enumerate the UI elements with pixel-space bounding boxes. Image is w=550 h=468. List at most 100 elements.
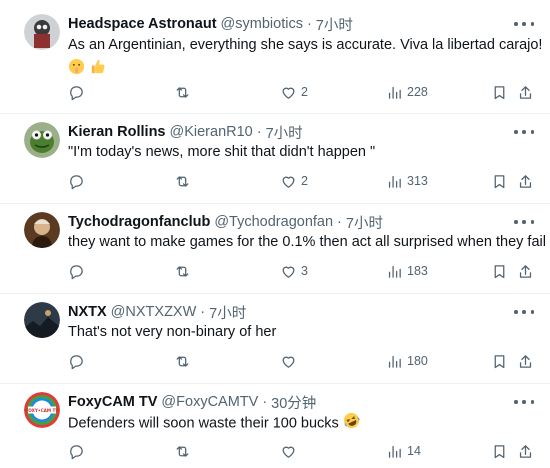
user-handle[interactable]: @symbiotics	[221, 16, 303, 32]
view-count: 228	[407, 85, 428, 99]
views-button[interactable]: 183	[386, 261, 428, 281]
views-button[interactable]: 14	[386, 441, 421, 461]
retweet-button[interactable]	[174, 441, 195, 461]
reply-icon	[70, 444, 83, 459]
like-count: 2	[301, 85, 308, 99]
heart-icon	[282, 356, 295, 368]
bookmark-button[interactable]	[491, 82, 508, 102]
separator-dot: ·	[262, 394, 268, 410]
view-count: 14	[407, 444, 421, 458]
views-chart-icon	[388, 175, 401, 188]
tweet[interactable]: Tychodragonfanclub @Tychodragonfan · 7小时…	[0, 204, 550, 294]
view-count: 313	[407, 174, 428, 188]
timestamp[interactable]: 30分钟	[271, 392, 316, 413]
avatar[interactable]	[24, 14, 60, 50]
tweet[interactable]: NXTX @NXTXZXW · 7小时 That's not very non-…	[0, 294, 550, 384]
user-handle[interactable]: @NXTXZXW	[111, 304, 197, 320]
tweet[interactable]: Kieran Rollins @KieranR10 · 7小时 "I'm tod…	[0, 114, 550, 204]
like-button[interactable]: 2	[280, 82, 308, 102]
like-button[interactable]	[280, 441, 301, 461]
heart-icon	[282, 87, 295, 99]
bookmark-button[interactable]	[491, 261, 508, 281]
separator-dot: ·	[306, 16, 312, 32]
user-handle[interactable]: @Tychodragonfan	[214, 214, 333, 230]
reply-button[interactable]	[68, 171, 89, 191]
thumbs-up-emoji	[89, 58, 106, 81]
reply-button[interactable]	[68, 261, 89, 281]
tweet-text: That's not very non-binary of her	[68, 324, 277, 340]
views-button[interactable]: 180	[386, 351, 428, 371]
avatar[interactable]: FOXY•CAM TV	[24, 392, 60, 428]
tweet-text: "I'm today's news, more shit that didn't…	[68, 144, 376, 160]
user-handle[interactable]: @FoxyCAMTV	[161, 394, 258, 410]
retweet-button[interactable]	[174, 261, 195, 281]
share-button[interactable]	[517, 351, 534, 371]
timestamp[interactable]: 7小时	[316, 14, 353, 35]
separator-dot: ·	[337, 214, 342, 230]
avatar[interactable]	[24, 302, 60, 338]
views-button[interactable]: 313	[386, 171, 428, 191]
user-handle[interactable]: @KieranR10	[170, 124, 253, 140]
reply-button[interactable]	[68, 82, 89, 102]
reply-icon	[70, 354, 83, 369]
bookmark-icon	[494, 264, 505, 278]
views-button[interactable]: 228	[386, 82, 428, 102]
display-name[interactable]: Headspace Astronaut	[68, 16, 217, 32]
tweet[interactable]: FOXY•CAM TV FoxyCAM TV @FoxyCAMTV · 30分钟…	[0, 384, 550, 468]
retweet-button[interactable]	[174, 351, 195, 371]
retweet-icon	[176, 355, 189, 367]
reply-feed: Headspace Astronaut @symbiotics · 7小时 As…	[0, 0, 550, 468]
share-button[interactable]	[517, 82, 534, 102]
share-button[interactable]	[517, 441, 534, 461]
bookmark-icon	[494, 85, 505, 99]
bookmark-icon	[494, 174, 505, 188]
more-options-icon[interactable]	[514, 124, 534, 140]
like-button[interactable]: 3	[280, 261, 308, 281]
display-name[interactable]: FoxyCAM TV	[68, 394, 157, 410]
share-button[interactable]	[517, 171, 534, 191]
separator-dot: ·	[256, 124, 262, 140]
timestamp[interactable]: 7小时	[346, 212, 383, 233]
avatar[interactable]	[24, 122, 60, 158]
separator-dot: ·	[200, 304, 206, 320]
more-options-icon[interactable]	[514, 16, 534, 32]
retweet-button[interactable]	[174, 82, 195, 102]
tweet-text: As an Argentinian, everything she says i…	[68, 37, 543, 53]
display-name[interactable]: NXTX	[68, 304, 107, 320]
share-icon	[519, 444, 532, 458]
share-icon	[519, 354, 532, 368]
like-count: 2	[301, 174, 308, 188]
reply-button[interactable]	[68, 351, 89, 371]
display-name[interactable]: Kieran Rollins	[68, 124, 166, 140]
like-button[interactable]	[280, 351, 301, 371]
reply-button[interactable]	[68, 441, 89, 461]
bookmark-icon	[494, 354, 505, 368]
tweet[interactable]: Headspace Astronaut @symbiotics · 7小时 As…	[0, 0, 550, 114]
bookmark-button[interactable]	[491, 351, 508, 371]
bookmark-button[interactable]	[491, 441, 508, 461]
heart-icon	[282, 176, 295, 188]
retweet-icon	[176, 86, 189, 98]
timestamp[interactable]: 7小时	[266, 122, 303, 143]
timestamp[interactable]: 7小时	[209, 302, 246, 323]
share-button[interactable]	[517, 261, 534, 281]
avatar-logo-text: FOXY•CAM TV	[25, 408, 59, 413]
more-options-icon[interactable]	[514, 394, 534, 410]
tweet-text: they want to make games for the 0.1% the…	[68, 234, 546, 250]
avatar[interactable]	[24, 212, 60, 248]
view-count: 180	[407, 354, 428, 368]
more-options-icon[interactable]	[514, 304, 534, 320]
reply-icon	[70, 264, 83, 279]
more-options-icon[interactable]	[514, 214, 534, 230]
bookmark-button[interactable]	[491, 171, 508, 191]
reply-icon	[70, 85, 83, 100]
heart-icon	[282, 266, 295, 278]
shushing-face-emoji	[68, 58, 85, 81]
like-button[interactable]: 2	[280, 171, 308, 191]
view-count: 183	[407, 264, 428, 278]
display-name[interactable]: Tychodragonfanclub	[68, 214, 210, 230]
share-icon	[519, 264, 532, 278]
rolling-on-floor-laughing-emoji	[343, 412, 360, 435]
views-chart-icon	[388, 86, 401, 99]
retweet-button[interactable]	[174, 171, 195, 191]
